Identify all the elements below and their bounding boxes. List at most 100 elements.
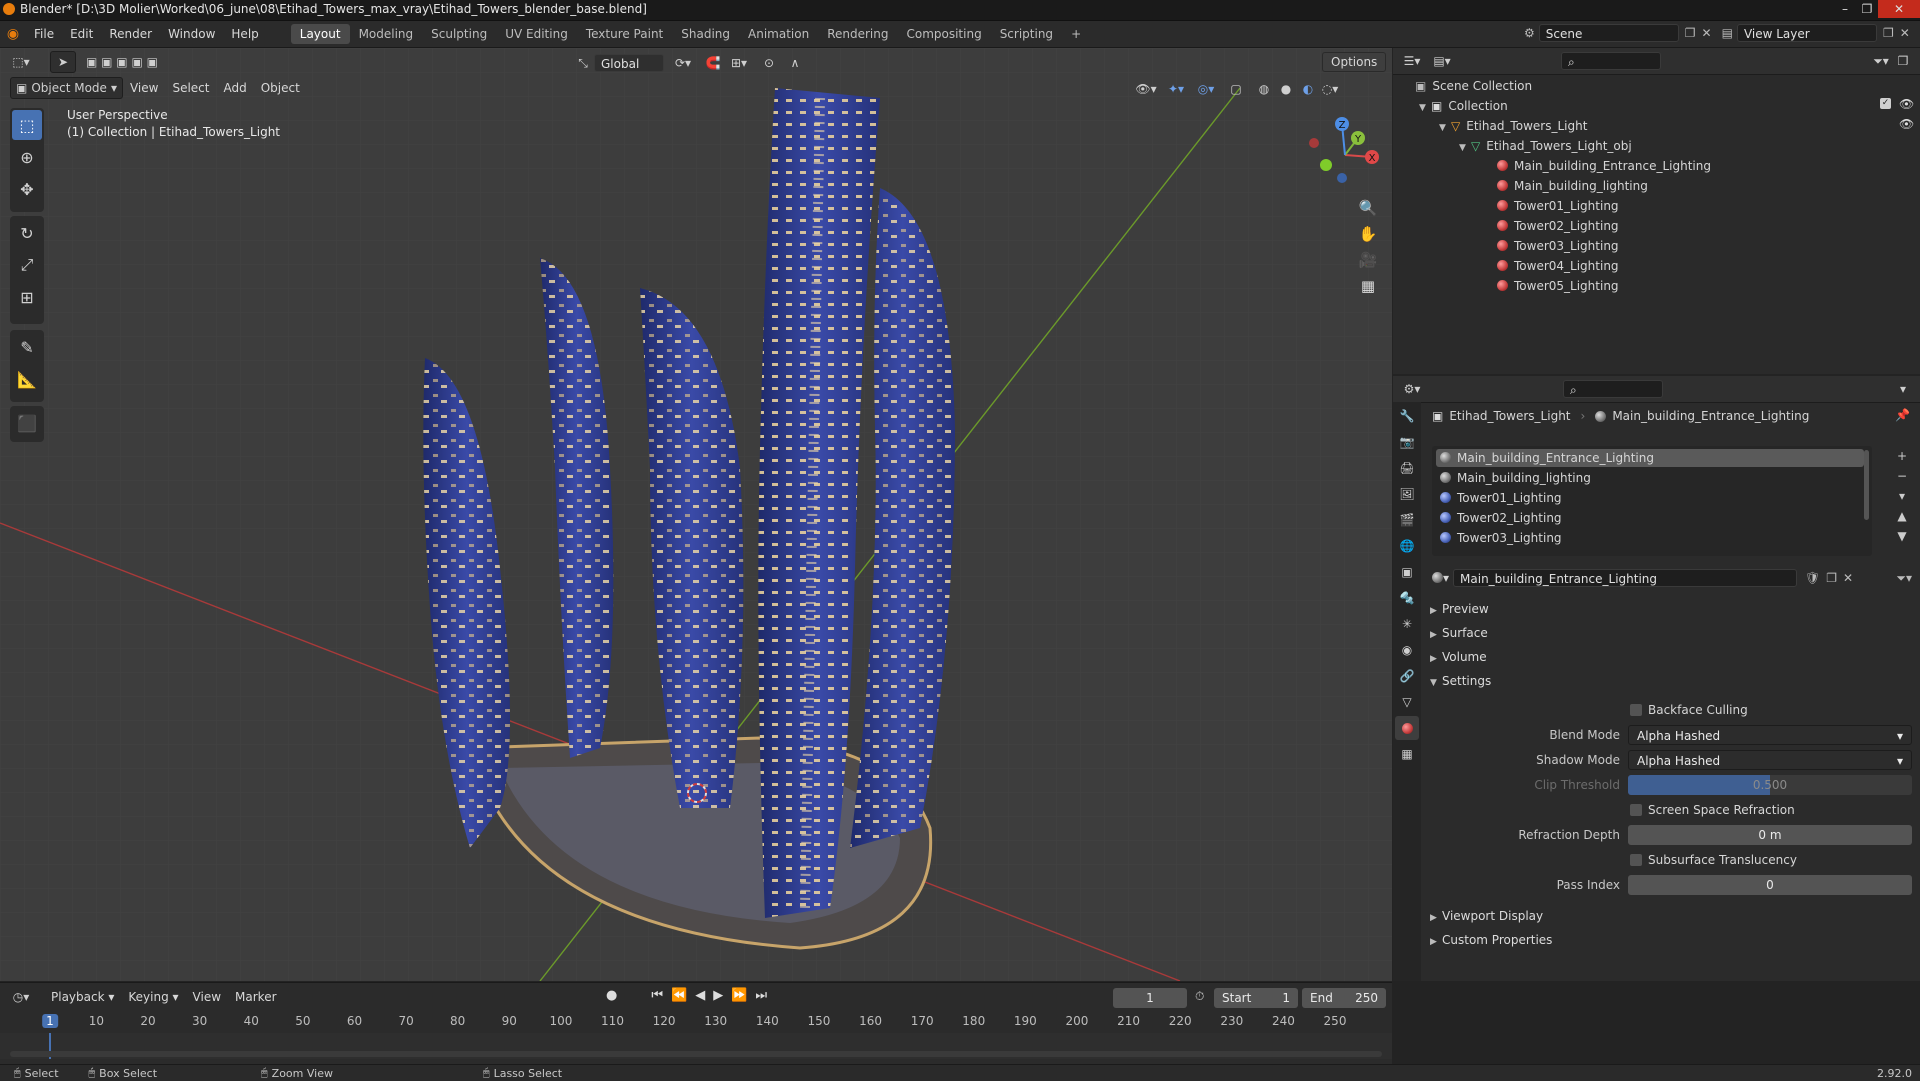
ortho-grid-icon[interactable]: ▦ bbox=[1355, 273, 1381, 299]
jump-start-icon[interactable]: ⏮ bbox=[651, 988, 663, 1003]
particles-tab-icon[interactable]: ✳ bbox=[1395, 612, 1419, 636]
section-surface[interactable]: ▶ Surface bbox=[1430, 622, 1488, 644]
collection-eye-icon[interactable]: 👁 bbox=[1899, 97, 1914, 111]
timeline-menu-marker[interactable]: Marker bbox=[228, 986, 283, 1008]
record-icon[interactable]: ● bbox=[606, 988, 617, 1003]
clock-icon[interactable]: ⏱ bbox=[1195, 989, 1204, 1004]
physics-tab-icon[interactable]: ◉ bbox=[1395, 638, 1419, 662]
menu-edit[interactable]: Edit bbox=[62, 23, 101, 45]
add-slot-icon[interactable]: + bbox=[1893, 446, 1911, 466]
timeline-menu-playback[interactable]: Playback ▾ bbox=[44, 986, 121, 1008]
tree-material[interactable]: Tower03_Lighting bbox=[1497, 236, 1619, 256]
minimize-icon[interactable]: – bbox=[1834, 0, 1856, 18]
move-down-icon[interactable]: ▼ bbox=[1893, 526, 1911, 546]
scene-tab-icon[interactable]: 🎬 bbox=[1395, 508, 1419, 532]
solid-shading-icon[interactable]: ● bbox=[1275, 78, 1297, 100]
material-slot[interactable]: Tower02_Lighting bbox=[1440, 509, 1562, 527]
filter-icon[interactable]: ⏷▾ bbox=[1870, 50, 1892, 72]
new-view-layer-icon[interactable]: ❐ bbox=[1883, 26, 1894, 40]
material-browse-icon[interactable]: ▾ bbox=[1432, 571, 1449, 585]
data-tab-icon[interactable]: ▽ bbox=[1395, 690, 1419, 714]
viewport-menu-add[interactable]: Add bbox=[216, 77, 253, 99]
xray-icon[interactable]: ▢ bbox=[1225, 78, 1247, 100]
new-scene-icon[interactable]: ❐ bbox=[1685, 26, 1696, 40]
view-layer-field[interactable]: View Layer bbox=[1736, 24, 1877, 42]
navigation-gizmo[interactable]: X Y Z bbox=[1300, 110, 1390, 200]
expand-icon[interactable]: ▼ bbox=[1439, 118, 1451, 138]
move-tool-icon[interactable]: ✥ bbox=[12, 174, 42, 204]
tab-animation[interactable]: Animation bbox=[739, 24, 818, 44]
scene-icon[interactable]: ⚙ bbox=[1524, 26, 1535, 40]
start-frame-field[interactable]: Start 1 bbox=[1214, 988, 1298, 1008]
prev-keyframe-icon[interactable]: ⏪ bbox=[671, 988, 687, 1003]
duplicate-material-icon[interactable]: ❐ bbox=[1826, 571, 1837, 585]
view-layer-icon[interactable]: ▤ bbox=[1722, 26, 1733, 40]
timeline-menu-keying[interactable]: Keying ▾ bbox=[121, 986, 185, 1008]
transform-tool-icon[interactable]: ⊞ bbox=[12, 282, 42, 312]
scale-tool-icon[interactable]: ⤢ bbox=[12, 250, 42, 280]
tree-scene-collection[interactable]: ▣ Scene Collection bbox=[1415, 76, 1532, 96]
mode-dropdown[interactable]: ▣ Object Mode ▾ bbox=[10, 77, 123, 99]
modifier-tab-icon[interactable]: 🔩 bbox=[1395, 586, 1419, 610]
add-cube-tool-icon[interactable]: ⬛ bbox=[12, 408, 42, 438]
tree-object[interactable]: ▼ ▽ Etihad_Towers_Light bbox=[1439, 116, 1587, 136]
zoom-icon[interactable]: 🔍 bbox=[1355, 195, 1381, 221]
section-volume[interactable]: ▶ Volume bbox=[1430, 646, 1487, 668]
backface-culling-checkbox[interactable] bbox=[1630, 704, 1642, 716]
tree-material[interactable]: Tower04_Lighting bbox=[1497, 256, 1619, 276]
menu-render[interactable]: Render bbox=[101, 23, 160, 45]
node-filter-icon[interactable]: ⏷▾ bbox=[1896, 571, 1912, 586]
refraction-depth-field[interactable]: 0 m bbox=[1628, 825, 1912, 845]
view-layer-tab-icon[interactable]: 🖼 bbox=[1395, 482, 1419, 506]
wireframe-shading-icon[interactable]: ◍ bbox=[1253, 78, 1275, 100]
select-mode-icons[interactable]: ▣ ▣ ▣ ▣ ▣ bbox=[86, 51, 158, 73]
visibility-icon[interactable]: 👁▾ bbox=[1135, 78, 1157, 100]
options-button[interactable]: Options bbox=[1322, 52, 1387, 72]
scene-name-field[interactable]: Scene bbox=[1538, 24, 1679, 42]
section-preview[interactable]: ▶ Preview bbox=[1430, 598, 1489, 620]
unlink-material-icon[interactable]: ✕ bbox=[1843, 571, 1853, 585]
tab-layout[interactable]: Layout bbox=[290, 24, 350, 44]
tree-material[interactable]: Main_building_Entrance_Lighting bbox=[1497, 156, 1711, 176]
menu-file[interactable]: File bbox=[26, 23, 62, 45]
timeline-menu-view[interactable]: View bbox=[186, 986, 228, 1008]
material-tab-icon[interactable] bbox=[1395, 716, 1419, 740]
ssr-checkbox[interactable] bbox=[1630, 804, 1642, 816]
falloff-icon[interactable]: ∧ bbox=[784, 52, 806, 74]
outliner-search-input[interactable]: ⌕ bbox=[1561, 52, 1661, 70]
orientation-dropdown[interactable]: Global bbox=[594, 54, 664, 72]
blender-menu-icon[interactable]: ◉ bbox=[0, 26, 26, 42]
pin-icon[interactable]: 📌 bbox=[1895, 408, 1910, 422]
clip-threshold-slider[interactable]: 0.500 bbox=[1628, 775, 1912, 795]
tree-material[interactable]: Tower02_Lighting bbox=[1497, 216, 1619, 236]
material-slot[interactable]: Main_building_lighting bbox=[1440, 469, 1591, 487]
object-eye-icon[interactable]: 👁 bbox=[1899, 117, 1914, 131]
fake-user-icon[interactable]: 🛡 bbox=[1805, 571, 1820, 585]
next-keyframe-icon[interactable]: ⏩ bbox=[731, 988, 747, 1003]
properties-search-input[interactable]: ⌕ bbox=[1563, 380, 1663, 398]
section-settings[interactable]: ▼ Settings bbox=[1430, 670, 1491, 692]
delete-view-layer-icon[interactable]: ✕ bbox=[1900, 26, 1910, 40]
slot-list-scrollbar[interactable] bbox=[1864, 450, 1869, 520]
pivot-icon[interactable]: ⟳▾ bbox=[672, 52, 694, 74]
shadow-mode-dropdown[interactable]: Alpha Hashed ▾ bbox=[1628, 750, 1912, 770]
section-custom-properties[interactable]: ▶ Custom Properties bbox=[1430, 929, 1552, 951]
tab-rendering[interactable]: Rendering bbox=[818, 24, 897, 44]
tab-shading[interactable]: Shading bbox=[672, 24, 739, 44]
tab-texture-paint[interactable]: Texture Paint bbox=[577, 24, 672, 44]
gizmo-toggle-icon[interactable]: ✦▾ bbox=[1165, 78, 1187, 100]
play-reverse-icon[interactable]: ◀ bbox=[695, 988, 705, 1003]
viewport-menu-object[interactable]: Object bbox=[254, 77, 307, 99]
snap-target-icon[interactable]: ⊞▾ bbox=[728, 52, 750, 74]
constraints-tab-icon[interactable]: 🔗 bbox=[1395, 664, 1419, 688]
maximize-icon[interactable]: ❐ bbox=[1856, 0, 1878, 18]
jump-end-icon[interactable]: ⏭ bbox=[755, 988, 767, 1003]
timeline-scrollbar[interactable] bbox=[10, 1051, 1382, 1057]
add-workspace-icon[interactable]: + bbox=[1062, 24, 1090, 44]
editor-type-icon[interactable]: ⬚▾ bbox=[10, 51, 32, 73]
tab-modeling[interactable]: Modeling bbox=[350, 24, 423, 44]
measure-tool-icon[interactable]: 📐 bbox=[12, 364, 42, 394]
viewport-menu-select[interactable]: Select bbox=[165, 77, 216, 99]
world-tab-icon[interactable]: 🌐 bbox=[1395, 534, 1419, 558]
delete-scene-icon[interactable]: ✕ bbox=[1702, 26, 1712, 40]
